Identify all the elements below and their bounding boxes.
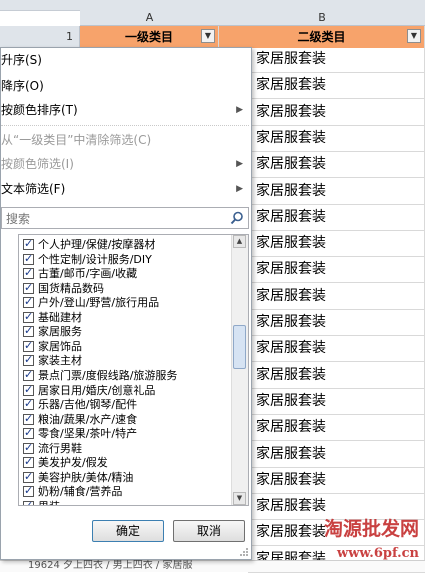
checkbox-checked-icon[interactable] xyxy=(23,455,34,469)
menu-item-sort-descending[interactable]: 降序(O) xyxy=(1,74,249,98)
filter-list-item-label: 流行男鞋 xyxy=(38,441,82,455)
checkbox-checked-icon[interactable] xyxy=(23,339,34,353)
scrollbar-thumb[interactable] xyxy=(233,325,246,369)
data-cell[interactable]: 家居服套装 xyxy=(248,100,425,126)
checkbox-checked-icon[interactable] xyxy=(23,252,34,266)
filter-list-item-label: 基础建材 xyxy=(38,310,82,324)
data-cell[interactable]: 家居服套装 xyxy=(248,389,425,415)
data-cell[interactable]: 家居服套装 xyxy=(248,47,425,73)
header-cell-b[interactable]: 二级类目 ▼ xyxy=(219,26,425,48)
checkbox-checked-icon[interactable] xyxy=(23,281,34,295)
data-cell[interactable]: 家居服套装 xyxy=(248,442,425,468)
data-cell[interactable]: 家居服套装 xyxy=(248,205,425,231)
filter-list-item-label: 家居服务 xyxy=(38,325,82,339)
checkbox-checked-icon[interactable] xyxy=(23,295,34,309)
data-cell[interactable]: 家居服套装 xyxy=(248,257,425,284)
checkbox-checked-icon[interactable] xyxy=(23,426,34,440)
filter-list-item-label: 粮油/蔬果/水产/速食 xyxy=(38,412,138,426)
data-cell[interactable]: 家居服套装 xyxy=(248,336,425,363)
cancel-button[interactable]: 取消 xyxy=(173,520,245,542)
filter-list-item-label: 国货精品数码 xyxy=(38,281,104,295)
menu-item-clear-filter[interactable]: 从“一级类目”中清除筛选(C) xyxy=(1,128,249,152)
filter-list-item-label: 家装主材 xyxy=(38,354,82,368)
resize-grip-icon[interactable] xyxy=(239,547,249,557)
checkbox-checked-icon[interactable] xyxy=(23,310,34,324)
data-cell[interactable]: 家居服套装 xyxy=(248,468,425,494)
search-icon xyxy=(230,211,243,225)
checkbox-checked-icon[interactable] xyxy=(23,412,34,426)
submenu-arrow-icon: ▶ xyxy=(236,159,243,169)
data-cell[interactable]: 家居服套装 xyxy=(248,310,425,336)
ok-button[interactable]: 确定 xyxy=(92,520,164,542)
checkbox-checked-icon[interactable] xyxy=(23,484,34,498)
data-cell[interactable]: 家居服套装 xyxy=(248,284,425,310)
checkbox-checked-icon[interactable] xyxy=(23,324,34,338)
data-cell[interactable]: 家居服套装 xyxy=(248,415,425,442)
menu-item-sort-by-color[interactable]: 按颜色排序(T) ▶ xyxy=(1,98,249,122)
menu-item-filter-by-color-label: 按颜色筛选(I) xyxy=(1,157,74,171)
header-cell-a-label: 一级类目 xyxy=(124,30,173,44)
filter-list-item-label: 男装 xyxy=(38,500,60,505)
menu-item-sort-ascending[interactable]: 升序(S) xyxy=(1,48,249,72)
filter-search-box[interactable] xyxy=(1,207,249,229)
data-cell[interactable]: 家居服套装 xyxy=(248,363,425,389)
header-cell-b-label: 二级类目 xyxy=(297,30,346,44)
checkbox-checked-icon[interactable] xyxy=(23,368,34,382)
filter-list-item-label: 个性定制/设计服务/DIY xyxy=(38,252,152,266)
row-number[interactable]: 1 xyxy=(0,26,80,48)
list-scrollbar[interactable]: ▲ ▼ xyxy=(231,235,248,505)
submenu-arrow-icon: ▶ xyxy=(236,184,243,194)
submenu-arrow-icon: ▶ xyxy=(236,105,243,115)
checkbox-checked-icon[interactable] xyxy=(23,499,34,505)
checkbox-checked-icon[interactable] xyxy=(23,353,34,367)
checkbox-checked-icon[interactable] xyxy=(23,470,34,484)
scroll-up-icon[interactable]: ▲ xyxy=(233,235,246,248)
scroll-down-icon[interactable]: ▼ xyxy=(233,492,246,505)
filter-list-item-label: 美容护肤/美体/精油 xyxy=(38,470,134,484)
filter-dropdown-icon[interactable]: ▼ xyxy=(201,29,215,43)
filter-list-item-label: 个人护理/保健/按摩器材 xyxy=(38,238,156,251)
header-cell-a[interactable]: 一级类目 ▼ xyxy=(80,26,219,48)
checkbox-checked-icon[interactable] xyxy=(23,383,34,397)
watermark-url: www.6pf.cn xyxy=(337,546,419,561)
filter-list-item-label: 零食/坚果/茶叶/特产 xyxy=(38,427,138,441)
filter-value-list[interactable]: 个人护理/保健/按摩器材个性定制/设计服务/DIY古董/邮币/字画/收藏国货精品… xyxy=(18,234,249,506)
data-cell[interactable]: 家居服套装 xyxy=(248,73,425,100)
autofilter-menu: 升序(S) 降序(O) 按颜色排序(T) ▶ 从“一级类目”中清除筛选(C) 按… xyxy=(0,47,252,560)
menu-item-filter-by-color[interactable]: 按颜色筛选(I) ▶ xyxy=(1,152,249,176)
filter-dropdown-icon[interactable]: ▼ xyxy=(407,29,421,43)
checkbox-checked-icon[interactable] xyxy=(23,266,34,280)
checkbox-checked-icon[interactable] xyxy=(23,441,34,455)
filter-list-item-label: 古董/邮币/字画/收藏 xyxy=(38,267,138,281)
filter-list-item-label: 景点门票/度假线路/旅游服务 xyxy=(38,368,178,382)
menu-item-text-filter-label: 文本筛选(F) xyxy=(1,182,66,196)
filter-list-item-label: 家居饰品 xyxy=(38,339,82,353)
watermark-title: 淘源批发网 xyxy=(323,518,419,540)
partial-row: 19624 夕上四衣 / 男上四衣 / 家居服 xyxy=(0,560,425,572)
checkbox-checked-icon[interactable] xyxy=(23,397,34,411)
column-header-a[interactable]: A xyxy=(80,10,220,26)
filter-list-item-label: 美发护发/假发 xyxy=(38,456,108,470)
menu-item-text-filter[interactable]: 文本筛选(F) ▶ xyxy=(1,177,249,201)
filter-list-item-label: 居家日用/婚庆/创意礼品 xyxy=(38,383,156,397)
menu-item-sort-by-color-label: 按颜色排序(T) xyxy=(1,103,78,117)
data-cell[interactable]: 家居服套装 xyxy=(248,231,425,258)
filter-list-item-label: 乐器/吉他/钢琴/配件 xyxy=(38,398,138,412)
data-cell[interactable]: 家居服套装 xyxy=(248,152,425,179)
search-input[interactable] xyxy=(4,209,228,229)
data-cell[interactable]: 家居服套装 xyxy=(248,126,425,152)
filter-list-item-label: 奶粉/辅食/营养品 xyxy=(38,485,123,499)
column-header-b[interactable]: B xyxy=(219,10,425,26)
data-cell[interactable]: 家居服套装 xyxy=(248,179,425,205)
filter-list-item-label: 户外/登山/野营/旅行用品 xyxy=(38,296,160,310)
menu-separator xyxy=(1,125,249,126)
checkbox-checked-icon[interactable] xyxy=(23,237,34,251)
